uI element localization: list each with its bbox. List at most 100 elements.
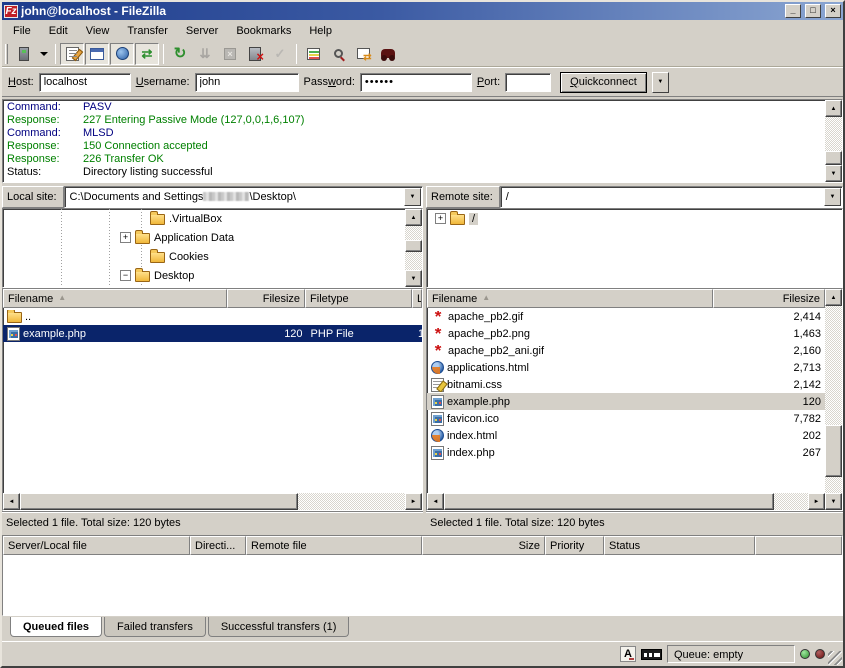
directory-comparison-button[interactable]	[301, 43, 325, 65]
scrollbar-thumb[interactable]	[825, 151, 842, 165]
expand-icon[interactable]: +	[120, 232, 131, 243]
tab-failed-transfers[interactable]: Failed transfers	[104, 617, 206, 637]
scrollbar-thumb[interactable]	[20, 493, 298, 510]
tree-item-virtualbox[interactable]: .VirtualBox	[3, 209, 405, 228]
tab-queued-files[interactable]: Queued files	[10, 617, 102, 637]
remote-path-dropdown[interactable]: ▼	[824, 188, 841, 206]
file-row[interactable]: index.php267	[427, 444, 825, 461]
toolbar-grip[interactable]	[5, 44, 8, 64]
tab-successful-transfers[interactable]: Successful transfers (1)	[208, 617, 350, 637]
reconnect-button[interactable]: ✓	[268, 43, 292, 65]
column-remote-file[interactable]: Remote file	[246, 536, 422, 555]
toggle-local-tree-button[interactable]	[85, 43, 109, 65]
scroll-left-icon[interactable]: ◄	[427, 493, 444, 510]
scroll-up-icon[interactable]: ▲	[825, 289, 842, 306]
file-row[interactable]: favicon.ico7,782	[427, 410, 825, 427]
column-filesize[interactable]: Filesize	[713, 289, 825, 308]
column-size[interactable]: Size	[422, 536, 545, 555]
tree-item-root[interactable]: +/	[427, 209, 842, 228]
scroll-right-icon[interactable]: ►	[405, 493, 422, 510]
column-filename[interactable]: Filename▲	[3, 289, 227, 308]
remote-path[interactable]: /	[501, 187, 823, 207]
scroll-down-icon[interactable]: ▼	[405, 270, 422, 287]
collapse-icon[interactable]: −	[120, 270, 131, 281]
cancel-button[interactable]: ×	[218, 43, 242, 65]
column-priority[interactable]: Priority	[545, 536, 604, 555]
port-label: Port:	[477, 76, 500, 88]
find-files-button[interactable]	[376, 43, 400, 65]
tree-item-desktop[interactable]: −Desktop	[3, 266, 405, 285]
host-input[interactable]	[39, 73, 131, 92]
local-tree-scrollbar[interactable]: ▲ ▼	[405, 209, 422, 287]
local-path-dropdown[interactable]: ▼	[404, 188, 421, 206]
disconnect-button[interactable]	[243, 43, 267, 65]
log-scrollbar[interactable]: ▲ ▼	[825, 100, 842, 182]
local-hscrollbar[interactable]: ◄ ►	[3, 493, 422, 510]
toggle-message-log-button[interactable]	[60, 43, 84, 65]
menu-server[interactable]: Server	[177, 22, 227, 40]
synchronized-browsing-button[interactable]	[351, 43, 375, 65]
local-path[interactable]: C:\Documents and Settings\Desktop\	[65, 187, 403, 207]
file-row[interactable]: bitnami.css2,142	[427, 376, 825, 393]
file-row-parent-dir[interactable]: ..	[3, 308, 422, 325]
scroll-down-icon[interactable]: ▼	[825, 165, 842, 182]
quickconnect-button[interactable]: Quickconnect	[560, 72, 647, 93]
file-row[interactable]: *apache_pb2.gif2,414	[427, 308, 825, 325]
remote-hscrollbar[interactable]: ◄ ►	[427, 493, 825, 510]
tree-item-cookies[interactable]: Cookies	[3, 247, 405, 266]
process-queue-button[interactable]: ⇊	[193, 43, 217, 65]
message-log-icon	[66, 47, 79, 61]
site-manager-dropdown[interactable]	[40, 52, 48, 56]
refresh-button[interactable]: ↻	[168, 43, 192, 65]
scrollbar-thumb[interactable]	[444, 493, 774, 510]
tree-item-application-data[interactable]: +Application Data	[3, 228, 405, 247]
quickconnect-dropdown[interactable]: ▼	[652, 72, 669, 93]
toggle-remote-tree-button[interactable]	[110, 43, 134, 65]
scroll-up-icon[interactable]: ▲	[405, 209, 422, 226]
scroll-left-icon[interactable]: ◄	[3, 493, 20, 510]
column-filesize[interactable]: Filesize	[227, 289, 305, 308]
scroll-right-icon[interactable]: ►	[808, 493, 825, 510]
file-row[interactable]: applications.html2,713	[427, 359, 825, 376]
file-row-selected[interactable]: example.php120	[427, 393, 825, 410]
maximize-button[interactable]: □	[805, 4, 821, 18]
file-row-example-php[interactable]: example.php 120 PHP File 1	[3, 325, 422, 342]
column-filetype[interactable]: Filetype	[305, 289, 412, 308]
scrollbar-thumb[interactable]	[825, 425, 842, 477]
remote-vscrollbar[interactable]: ▲ ▼	[825, 289, 842, 510]
expand-icon[interactable]: +	[435, 213, 446, 224]
close-button[interactable]: ×	[825, 4, 841, 18]
resize-grip[interactable]	[828, 651, 842, 665]
column-server-local-file[interactable]: Server/Local file	[3, 536, 190, 555]
message-log-body: Command:PASV Response:227 Entering Passi…	[3, 100, 825, 182]
local-path-combo[interactable]: C:\Documents and Settings\Desktop\ ▼	[64, 186, 423, 208]
menu-view[interactable]: View	[77, 22, 119, 40]
column-last-modified[interactable]: L	[412, 289, 422, 308]
chevron-down-icon: ▼	[830, 194, 836, 200]
toggle-transfer-queue-button[interactable]: ⇄	[135, 43, 159, 65]
file-row[interactable]: *apache_pb2.png1,463	[427, 325, 825, 342]
menu-file[interactable]: File	[4, 22, 40, 40]
site-manager-button[interactable]	[12, 43, 36, 65]
menu-edit[interactable]: Edit	[40, 22, 77, 40]
transfer-type-icon[interactable]: A	[620, 646, 636, 662]
scroll-down-icon[interactable]: ▼	[825, 493, 842, 510]
titlebar[interactable]: Fz john@localhost - FileZilla _ □ ×	[2, 2, 843, 20]
column-status[interactable]: Status	[604, 536, 755, 555]
menu-bookmarks[interactable]: Bookmarks	[227, 22, 300, 40]
scroll-up-icon[interactable]: ▲	[825, 100, 842, 117]
minimize-button[interactable]: _	[785, 4, 801, 18]
scrollbar-thumb[interactable]	[405, 240, 422, 252]
menu-help[interactable]: Help	[300, 22, 341, 40]
file-row[interactable]: index.html202	[427, 427, 825, 444]
username-input[interactable]	[195, 73, 299, 92]
remote-path-combo[interactable]: / ▼	[500, 186, 843, 208]
password-input[interactable]	[360, 73, 472, 92]
port-input[interactable]	[505, 73, 551, 92]
speed-limits-icon[interactable]	[641, 649, 662, 660]
column-filename[interactable]: Filename▲	[427, 289, 713, 308]
file-row[interactable]: *apache_pb2_ani.gif2,160	[427, 342, 825, 359]
menu-transfer[interactable]: Transfer	[118, 22, 177, 40]
filter-button[interactable]	[326, 43, 350, 65]
column-direction[interactable]: Directi...	[190, 536, 246, 555]
